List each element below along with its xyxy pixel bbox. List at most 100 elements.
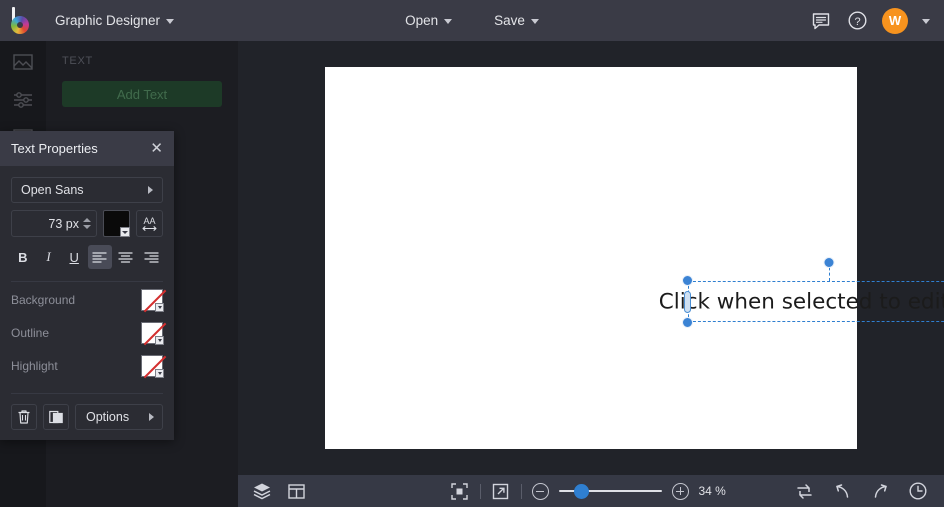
help-circle-icon[interactable]: ? [846, 10, 868, 32]
zoom-slider-thumb[interactable] [574, 484, 588, 498]
chevron-down-icon [530, 19, 539, 24]
highlight-color-swatch[interactable] [141, 354, 164, 378]
background-row: Background [11, 284, 164, 315]
zoom-slider[interactable] [558, 484, 662, 498]
bottom-toolbar: 34 % [238, 475, 944, 507]
highlight-row: Highlight [11, 350, 164, 381]
align-left-button[interactable] [88, 245, 112, 269]
template-grid-icon[interactable] [286, 481, 306, 501]
selected-text-object[interactable]: Click when selected to edit text [659, 257, 944, 328]
chevron-down-icon [166, 19, 175, 24]
canvas-stage[interactable]: Click when selected to edit text [238, 41, 944, 475]
image-icon[interactable] [12, 51, 34, 73]
expand-arrow-icon[interactable] [491, 481, 511, 501]
stepper-down-icon[interactable] [83, 225, 91, 229]
panel-title: Text Properties [11, 141, 98, 156]
document-title-menu[interactable]: Graphic Designer [46, 8, 183, 33]
resize-handle-top-left[interactable] [682, 275, 693, 286]
italic-label: I [46, 249, 51, 264]
align-right-icon [144, 251, 159, 263]
align-center-button[interactable] [114, 245, 138, 269]
add-text-label: Add Text [116, 86, 168, 102]
text-properties-header: Text Properties ✕ [0, 131, 174, 166]
text-color-swatch[interactable] [103, 210, 130, 237]
svg-text:?: ? [854, 16, 860, 28]
text-properties-body: Open Sans 73 px AA B I U Background Outl… [0, 166, 174, 440]
italic-button[interactable]: I [37, 245, 61, 269]
background-color-swatch[interactable] [141, 288, 164, 312]
font-size-value: 73 px [48, 216, 79, 231]
trash-icon[interactable] [11, 404, 37, 430]
toolbar-divider [520, 483, 522, 499]
options-label: Options [86, 410, 130, 424]
bold-button[interactable]: B [11, 245, 35, 269]
history-clock-icon[interactable] [908, 481, 928, 501]
font-size-input[interactable]: 73 px [11, 210, 97, 237]
redo-icon[interactable] [870, 481, 890, 501]
history-tools [794, 481, 944, 501]
panel-divider [11, 393, 163, 394]
chevron-right-icon [148, 186, 153, 194]
align-center-icon [118, 251, 133, 263]
save-menu-button[interactable]: Save [484, 8, 549, 33]
rotation-handle[interactable] [823, 257, 834, 268]
add-text-button[interactable]: Add Text [62, 81, 222, 107]
app-logo[interactable] [0, 0, 44, 41]
save-menu-label: Save [494, 13, 525, 28]
background-dropdown-caret-icon[interactable] [155, 302, 164, 312]
panel-divider [11, 281, 163, 282]
design-page[interactable] [325, 67, 857, 449]
avatar[interactable]: W [882, 7, 908, 34]
toolbar-divider [479, 483, 481, 499]
chat-bubble-icon[interactable] [810, 10, 832, 32]
avatar-initial: W [888, 13, 902, 28]
font-size-stepper[interactable] [83, 218, 91, 229]
highlight-dropdown-caret-icon[interactable] [155, 368, 164, 378]
top-bar-actions: ? W [810, 7, 944, 34]
font-family-value: Open Sans [21, 183, 84, 197]
close-icon[interactable]: ✕ [150, 141, 163, 156]
adjustments-icon[interactable] [12, 89, 34, 111]
zoom-slider-track [558, 489, 662, 493]
outline-color-swatch[interactable] [141, 321, 164, 345]
text-properties-panel: Text Properties ✕ Open Sans 73 px AA B I… [0, 131, 174, 440]
highlight-label: Highlight [11, 358, 58, 373]
align-left-icon [92, 251, 107, 263]
underline-button[interactable]: U [62, 245, 86, 269]
options-button[interactable]: Options [75, 404, 163, 430]
underline-label: U [69, 249, 79, 265]
top-bar: Graphic Designer Open Save ? W [0, 0, 944, 41]
app-root: Graphic Designer Open Save ? W TEXT Add … [0, 0, 944, 507]
font-size-row: 73 px AA [11, 210, 163, 237]
layers-icon[interactable] [252, 481, 272, 501]
stepper-up-icon[interactable] [83, 218, 91, 222]
duplicate-icon[interactable] [43, 404, 69, 430]
font-family-select[interactable]: Open Sans [11, 177, 163, 203]
brand-circle-logo-icon [9, 6, 35, 34]
chevron-right-icon [149, 413, 154, 421]
undo-icon[interactable] [832, 481, 852, 501]
resize-handle-bottom-left[interactable] [682, 317, 693, 328]
outline-row: Outline [11, 317, 164, 348]
zoom-out-icon[interactable] [531, 482, 549, 500]
chevron-down-icon [444, 19, 453, 24]
zoom-in-icon[interactable] [671, 482, 689, 500]
text-style-buttons: B I U [11, 245, 163, 269]
resize-handle-left[interactable] [684, 290, 691, 313]
swap-arrows-icon[interactable] [794, 481, 814, 501]
bottom-left-tools [238, 481, 306, 501]
text-properties-footer: Options [11, 404, 163, 430]
account-chevron-down-icon[interactable] [922, 19, 930, 24]
outline-dropdown-caret-icon[interactable] [155, 335, 164, 345]
background-label: Background [11, 292, 76, 307]
text-object-content[interactable]: Click when selected to edit text [659, 289, 944, 314]
svg-text:AA: AA [143, 216, 155, 226]
bold-label: B [18, 249, 28, 265]
align-right-button[interactable] [139, 245, 163, 269]
letter-spacing-icon[interactable]: AA [136, 210, 163, 237]
outline-label: Outline [11, 325, 50, 340]
open-menu-label: Open [405, 13, 439, 28]
fit-to-screen-icon[interactable] [450, 481, 470, 501]
open-menu-button[interactable]: Open [395, 8, 462, 33]
color-dropdown-caret-icon[interactable] [120, 227, 130, 237]
